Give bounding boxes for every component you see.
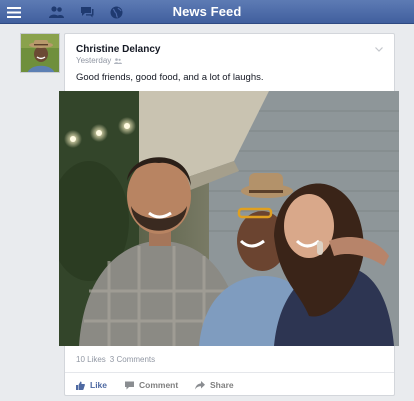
messages-icon [81,7,94,18]
messages-button[interactable] [78,3,96,21]
friends-audience-icon [114,57,123,64]
notifications-button[interactable] [107,3,125,21]
author-avatar[interactable] [20,33,60,73]
divider [65,372,394,373]
like-button[interactable]: Like [76,377,107,393]
post-actions-bar: Like Comment Share [65,377,394,393]
post-options-button[interactable] [373,44,385,54]
avatar-photo [21,34,59,72]
likes-count[interactable]: 10 Likes [76,355,106,364]
engagement-stats: 10 Likes 3 Comments [76,355,155,364]
comment-bubble-icon [125,381,134,389]
post-timestamp[interactable]: Yesterday [76,56,111,65]
share-arrow-icon [195,380,205,389]
top-navigation-bar: News Feed [0,0,414,24]
share-label: Share [210,380,234,390]
comment-button[interactable]: Comment [125,377,178,393]
hamburger-menu-icon [7,6,21,18]
friend-requests-icon [48,6,64,18]
notifications-globe-icon [110,6,122,18]
like-label: Like [90,380,108,390]
post-card: Christine Delancy Yesterday Good friends… [59,33,399,396]
post-status-text: Good friends, good food, and a lot of la… [76,72,264,83]
comments-count[interactable]: 3 Comments [110,355,155,364]
friends-group-photo [59,91,399,346]
chevron-down-icon [375,46,383,52]
comment-label: Comment [139,380,179,390]
menu-button[interactable] [4,3,24,21]
post-author-name[interactable]: Christine Delancy [76,44,160,55]
friend-requests-button[interactable] [47,3,65,21]
share-button[interactable]: Share [195,377,234,393]
post-photo[interactable] [59,91,399,346]
post-meta: Yesterday [76,56,123,65]
thumbs-up-icon [76,381,85,390]
